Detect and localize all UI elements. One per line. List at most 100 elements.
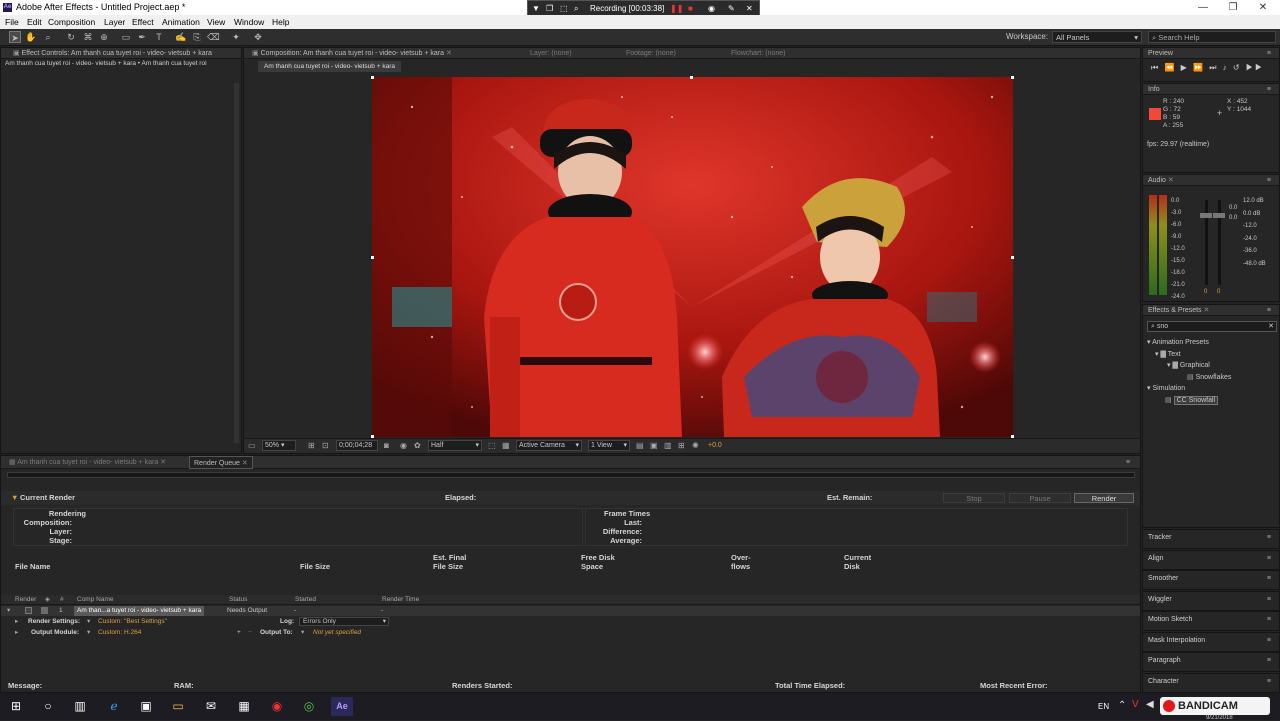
effects-search-input[interactable]: ⌕ sno ✕ [1147,321,1277,332]
zoom-tool-icon[interactable]: ⌕ [42,31,54,43]
flowchart-tab[interactable]: Flowchart: (none) [731,48,785,59]
panel-menu-icon[interactable]: ≡ [1267,175,1271,186]
transform-handle[interactable] [371,76,374,79]
rotate-tool-icon[interactable]: ↻ [65,31,77,43]
menu-layer[interactable]: Layer [104,15,125,29]
smoother-panel[interactable]: Smoother ≡ [1142,570,1280,590]
transform-handle[interactable] [1011,256,1014,259]
region-of-interest-icon[interactable]: ⬚ [488,439,496,453]
comp-breadcrumb[interactable]: Am thanh cua tuyet roi - video- vietsub … [258,61,401,72]
label-color-icon[interactable]: ◈ [45,595,50,605]
ram-preview-icon[interactable]: ▶▶ [1246,63,1264,72]
paragraph-panel[interactable]: Paragraph ≡ [1142,652,1280,672]
align-panel[interactable]: Align ≡ [1142,549,1280,570]
always-preview-icon[interactable]: ▭ [248,439,256,453]
exposure-reset-icon[interactable]: ✺ [692,439,699,453]
clone-tool-icon[interactable]: ⎘ [191,31,203,43]
layer-tab[interactable]: Layer: (none) [530,48,572,59]
column-number[interactable]: # [60,595,64,605]
edge-browser-icon[interactable]: ℯ [103,697,125,716]
menu-animation[interactable]: Animation [162,15,200,29]
fast-previews-icon[interactable]: ▣ [650,439,658,453]
column-render-time[interactable]: Render Time [382,595,419,605]
column-started[interactable]: Started [295,595,316,605]
type-tool-icon[interactable]: T [153,31,165,43]
expand-icon[interactable]: ▸ [15,617,18,627]
clear-search-icon[interactable]: ✕ [1268,322,1274,332]
tree-item-graphical[interactable]: ▾ ▇ Graphical [1143,360,1279,372]
tree-item-text[interactable]: ▾ ▇ Text [1143,349,1279,361]
transform-handle[interactable] [690,76,693,79]
render-queue-tab[interactable]: Render Queue ✕ [189,456,253,469]
row-comp-name[interactable]: Am than...a tuyet roi - video- vietsub +… [74,606,205,616]
menu-file[interactable]: File [5,15,19,29]
minimize-button[interactable]: — [1188,0,1218,15]
panel-menu-icon[interactable]: ≡ [1267,84,1271,95]
search-help-input[interactable]: ⌕ Search Help [1148,31,1276,43]
audio-icon[interactable]: ♪ [1223,63,1229,72]
audio-tab[interactable]: Audio ✕ ≡ [1143,175,1279,186]
workspace-select[interactable]: All Panels ▾ [1052,31,1142,43]
info-tab[interactable]: Info ≡ [1143,84,1279,95]
menu-window[interactable]: Window [234,15,264,29]
menu-effect[interactable]: Effect [132,15,154,29]
queue-row[interactable]: ▾ 1 Am than...a tuyet roi - video- viets… [1,606,1140,616]
language-indicator[interactable]: EN [1098,702,1109,711]
stop-icon[interactable]: ■ [688,1,693,16]
effects-presets-tab[interactable]: Effects & Presets ✕ ≡ [1143,305,1279,316]
chrome-icon[interactable]: ◎ [298,697,320,716]
file-explorer-icon[interactable]: ▭ [167,697,189,716]
next-frame-icon[interactable]: ⏩ [1193,63,1205,72]
pen-tool-icon[interactable]: ✒ [136,31,148,43]
mask-interpolation-panel[interactable]: Mask Interpolation ≡ [1142,631,1280,652]
recorder-app-icon[interactable]: ◉ [266,697,288,716]
timeline-tab[interactable]: ▦ Am thanh cua tuyet roi - video- vietsu… [9,456,166,469]
menu-edit[interactable]: Edit [27,15,42,29]
footage-tab[interactable]: Footage: (none) [626,48,676,59]
tree-item-cc-snowfall[interactable]: ▤ CC Snowfall [1143,395,1279,407]
exposure-value[interactable]: +0.0 [708,439,722,453]
camera-select[interactable]: Active Camera ▾ [516,440,582,451]
right-slider-thumb[interactable] [1213,213,1225,218]
tree-item-simulation[interactable]: ▾ Simulation [1143,383,1279,395]
first-frame-icon[interactable]: ⏮ [1151,63,1160,72]
hand-tool-icon[interactable]: ✋ [25,31,37,43]
resolution-select[interactable]: Half ▾ [428,440,482,451]
tree-item-snowflakes[interactable]: ▤ Snowflakes [1143,372,1279,384]
tray-chevron-icon[interactable]: ⌃ [1118,700,1126,711]
close-recorder-icon[interactable]: ✕ [746,1,753,16]
tray-app-icon[interactable]: V [1132,699,1139,710]
pan-behind-tool-icon[interactable]: ⊕ [98,31,110,43]
expand-row-icon[interactable]: ▾ [7,606,10,616]
output-to-value[interactable]: Not yet specified [313,628,361,638]
output-module-menu-icon[interactable]: ▾ [87,628,90,638]
column-render[interactable]: Render [15,595,36,605]
motion-sketch-panel[interactable]: Motion Sketch ≡ [1142,611,1280,631]
label-color-swatch[interactable] [41,607,48,614]
add-output-icon[interactable]: + [237,628,241,638]
collapse-icon[interactable]: ▼ [532,1,540,16]
prev-frame-icon[interactable]: ⏪ [1164,63,1176,72]
panel-menu-icon[interactable]: ≡ [1267,305,1271,316]
render-settings-value[interactable]: Custom: "Best Settings" [98,617,167,627]
toggle-pixel-aspect-icon[interactable]: ▤ [636,439,644,453]
volume-icon[interactable]: ◀ [1146,699,1154,710]
windows-start-icon[interactable]: ⊞ [5,697,27,716]
timeline-icon[interactable]: ▥ [664,439,672,453]
safe-zones-icon[interactable]: ⊞ [308,439,315,453]
flowchart-icon[interactable]: ⊞ [678,439,685,453]
menu-composition[interactable]: Composition [48,15,95,29]
render-button[interactable]: Render [1074,493,1134,503]
eraser-tool-icon[interactable]: ⌫ [207,31,220,43]
rect-icon[interactable]: ⬚ [560,1,568,16]
render-settings-menu-icon[interactable]: ▾ [87,617,90,627]
character-panel[interactable]: Character ≡ [1142,672,1280,693]
effect-controls-tab[interactable]: ▣ Effect Controls: Am thanh cua tuyet ro… [1,48,241,59]
tree-item-animation-presets[interactable]: ▾ Animation Presets [1143,337,1279,349]
zoom-select[interactable]: 50% ▾ [262,440,296,451]
window-icon[interactable]: ❐ [546,1,553,16]
menu-view[interactable]: View [207,15,225,29]
output-to-menu-icon[interactable]: ▾ [301,628,304,638]
snapshot-icon[interactable]: ◙ [384,439,389,453]
play-icon[interactable]: ▶ [1181,63,1189,72]
